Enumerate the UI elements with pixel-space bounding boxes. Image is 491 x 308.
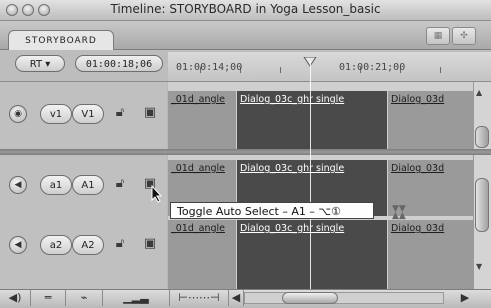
clip[interactable]: _01d_angle [168,220,236,246]
speaker-icon[interactable]: ◀ [9,236,27,254]
playhead-line [310,62,311,289]
window-title: Timeline: STORYBOARD in Yoga Lesson_basi… [110,2,381,16]
auto-select-icon[interactable]: ▣ [143,236,157,251]
zoom-slider-icon[interactable]: ⊢⋯⋯⊣ [170,290,229,306]
track-size-icon[interactable]: ═ [31,290,66,306]
audio-scroll-thumb[interactable] [475,178,489,232]
auto-select-icon[interactable]: ▣ [143,105,157,120]
tooltip: Toggle Auto Select – A1 – ⌥① [170,202,374,219]
ruler-label: 01:00:21;00 [339,62,406,73]
source-v1[interactable]: v1 [40,104,72,124]
dest-a1[interactable]: A1 [72,175,104,195]
dest-a2[interactable]: A2 [72,235,104,255]
scroll-left-icon[interactable]: ◀ [229,290,244,306]
horizontal-scrollbar[interactable] [244,292,444,304]
ruler-tick [280,67,281,73]
clip-body[interactable] [388,246,473,289]
rt-label: RT [29,59,43,70]
source-a1[interactable]: a1 [40,175,72,195]
clip-selected[interactable]: Dialog_03c_ghr single [237,160,387,186]
source-a2[interactable]: a2 [40,235,72,255]
clip-selected[interactable]: Dialog_03c_ghr single [237,220,387,246]
track-layout-icon[interactable]: ▁▂▃ [103,290,170,306]
rt-popup[interactable]: RT ▾ [15,55,65,72]
lock-icon[interactable]: 🔓︎ [113,176,127,191]
scroll-down-icon[interactable]: ▼ [476,262,482,271]
ruler-tick [440,67,441,73]
scroll-right-icon[interactable]: ▶ [458,290,472,306]
clip-selected[interactable]: Dialog_03c_ghr single [237,91,387,117]
snapping-icon[interactable]: ▦ [426,27,450,45]
ruler-label: 01:00:14;00 [176,62,243,73]
clip-overlays-icon[interactable]: ⌁ [66,290,103,306]
clip-body[interactable] [168,246,236,289]
clip[interactable]: _01d_angle [168,91,236,117]
clip-body[interactable] [237,246,387,289]
horizontal-scroll-thumb[interactable] [282,292,338,304]
track-height-icon[interactable]: ◀) [0,290,31,306]
clip-body[interactable] [168,117,236,149]
clip[interactable]: Dialog_03d [388,160,473,186]
linking-icon[interactable]: ✣ [452,27,476,45]
clip[interactable]: _01d_angle [168,160,236,186]
chevron-down-icon: ▾ [45,59,51,70]
clip[interactable]: Dialog_03d [388,91,473,117]
clip-body[interactable] [237,117,387,149]
tab-storyboard[interactable]: STORYBOARD [8,30,114,51]
dest-v1[interactable]: V1 [72,104,104,124]
clip[interactable]: Dialog_03d [388,220,473,246]
cursor-icon [151,184,163,207]
lock-icon[interactable]: 🔓︎ [113,236,127,251]
scroll-up-icon[interactable]: ▲ [476,88,482,97]
link-marker-icon: ▼▼ ▲▲ [392,204,406,221]
playhead-marker[interactable] [303,52,317,67]
timecode-field[interactable]: 01:00:18;06 [75,55,163,72]
lock-icon[interactable]: 🔓︎ [113,105,127,120]
visibility-icon[interactable]: ◉ [9,105,27,123]
clip-body[interactable] [388,117,473,149]
video-scroll-thumb[interactable] [475,126,489,148]
speaker-icon[interactable]: ◀ [9,176,27,194]
